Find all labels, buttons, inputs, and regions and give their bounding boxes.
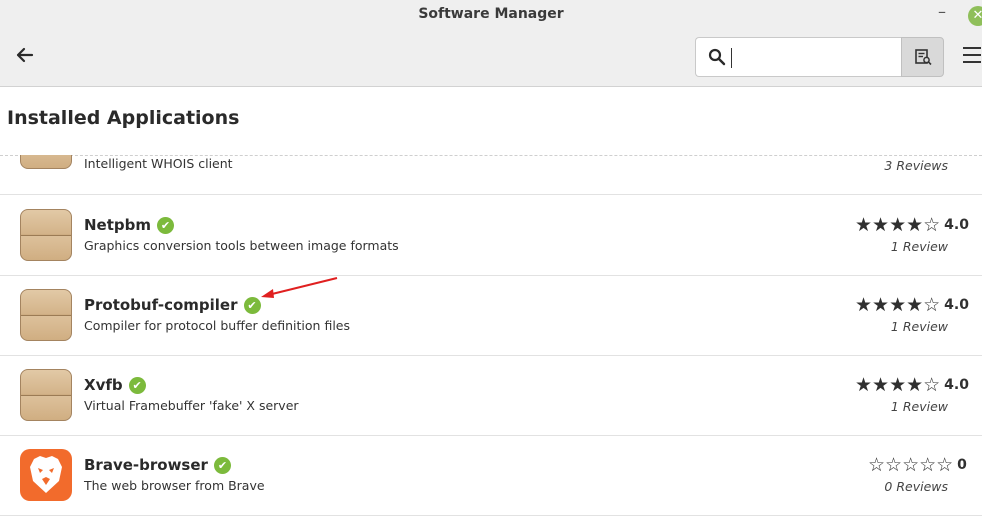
rating-value: 0 [957, 457, 967, 473]
close-button[interactable]: ✕ [968, 6, 982, 26]
app-name: Netpbm [84, 216, 152, 234]
app-name: Protobuf-compiler [84, 296, 238, 314]
minimize-button[interactable]: – [934, 2, 950, 21]
installed-check-icon: ✔ [213, 457, 231, 474]
rating-value: 4.0 [944, 297, 969, 313]
package-icon [20, 369, 72, 421]
star-rating-icons: ★★★★☆ [855, 374, 941, 396]
app-name: Brave-browser [84, 456, 208, 474]
list-item[interactable]: Netpbm ✔ Graphics conversion tools betwee… [0, 195, 982, 276]
app-name: Xvfb [84, 376, 123, 394]
rating-display: ☆☆☆☆☆ 0 [868, 454, 982, 476]
search-in-descriptions-button[interactable] [901, 37, 944, 77]
annotation-arrow-icon [261, 277, 338, 298]
review-count: 0 Reviews [884, 479, 948, 494]
app-description: Compiler for protocol buffer definition … [84, 318, 350, 333]
text-cursor [731, 48, 732, 68]
back-button[interactable] [14, 44, 36, 70]
search-icon [708, 48, 726, 66]
review-count: 1 Review [890, 399, 948, 414]
rating-value: 4.0 [944, 377, 969, 393]
review-count: 1 Review [890, 239, 948, 254]
hamburger-menu-icon[interactable] [963, 47, 982, 67]
section-title: Installed Applications [7, 107, 240, 129]
installed-check-icon: ✔ [128, 377, 146, 394]
list-item[interactable]: Intelligent WHOIS client 3 Reviews [0, 155, 982, 195]
window-title: Software Manager [418, 6, 564, 22]
app-name-row: Protobuf-compiler ✔ [84, 296, 261, 314]
app-description: The web browser from Brave [84, 478, 265, 493]
review-count: 3 Reviews [884, 158, 948, 173]
package-icon [20, 289, 72, 341]
app-description: Graphics conversion tools between image … [84, 238, 399, 253]
list-item[interactable]: Brave-browser ✔ The web browser from Brav… [0, 435, 982, 516]
window-header: Software Manager – ✕ [0, 0, 982, 87]
app-description: Intelligent WHOIS client [84, 156, 233, 171]
package-icon [20, 209, 72, 261]
app-name-row: Xvfb ✔ [84, 376, 146, 394]
list-item[interactable]: Xvfb ✔ Virtual Framebuffer 'fake' X serve… [0, 355, 982, 436]
search-field[interactable] [695, 37, 901, 77]
app-name-row: Netpbm ✔ [84, 216, 175, 234]
search-input[interactable] [730, 46, 890, 68]
app-description: Virtual Framebuffer 'fake' X server [84, 398, 299, 413]
package-icon [20, 155, 72, 169]
star-rating-icons: ★★★★☆ [855, 214, 941, 236]
rating-display: ★★★★☆ 4.0 [855, 374, 982, 396]
rating-display: ★★★★☆ 4.0 [855, 214, 982, 236]
app-name-row: Brave-browser ✔ [84, 456, 231, 474]
rating-value: 4.0 [944, 217, 969, 233]
list-item[interactable]: Protobuf-compiler ✔ Compiler for protocol… [0, 275, 982, 356]
installed-check-icon: ✔ [157, 217, 175, 234]
document-search-icon [915, 49, 932, 66]
review-count: 1 Review [890, 319, 948, 334]
arrow-left-icon [16, 47, 34, 63]
star-rating-icons: ☆☆☆☆☆ [868, 454, 954, 476]
brave-lion-icon [20, 449, 72, 501]
star-rating-icons: ★★★★☆ [855, 294, 941, 316]
rating-display: ★★★★☆ 4.0 [855, 294, 982, 316]
